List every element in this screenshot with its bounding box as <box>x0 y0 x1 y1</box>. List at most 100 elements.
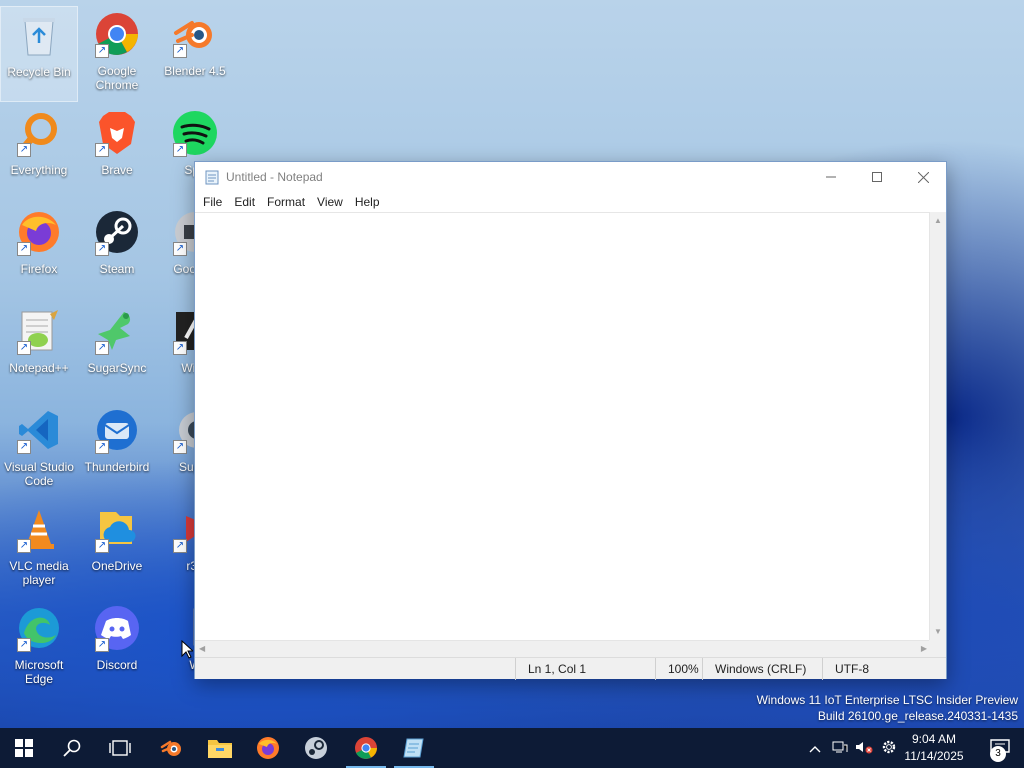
desktop-icon-notepad-plus-plus[interactable]: ↗ Notepad++ <box>0 303 78 399</box>
taskbar-steam[interactable] <box>292 728 340 768</box>
taskbar-file-explorer[interactable] <box>196 728 244 768</box>
sugarsync-icon: ↗ <box>93 307 141 355</box>
desktop-icon-label: Blender 4.5 <box>164 64 226 78</box>
maximize-button[interactable] <box>854 162 900 192</box>
desktop-icon-label: Google Chrome <box>95 64 139 92</box>
shortcut-arrow-icon: ↗ <box>173 44 187 58</box>
start-button[interactable] <box>0 728 48 768</box>
menu-file[interactable]: File <box>197 195 228 209</box>
task-view-icon <box>109 740 131 756</box>
taskbar-chrome[interactable] <box>342 728 390 768</box>
firefox-icon: ↗ <box>15 208 63 256</box>
spotify-icon: ↗ <box>171 109 219 157</box>
menu-bar: File Edit Format View Help <box>195 192 946 212</box>
maximize-icon <box>872 172 882 182</box>
desktop-icon-sugarsync[interactable]: ↗ SugarSync <box>78 303 156 399</box>
minimize-button[interactable] <box>808 162 854 192</box>
task-view-button[interactable] <box>96 728 144 768</box>
search-icon <box>63 739 81 757</box>
taskbar-blender[interactable] <box>148 728 196 768</box>
desktop-icon-vscode[interactable]: ↗ Visual Studio Code <box>0 402 78 498</box>
brave-icon: ↗ <box>93 109 141 157</box>
horizontal-scrollbar[interactable]: ◀ ▶ <box>195 640 931 657</box>
taskbar-clock[interactable]: 9:04 AM 11/14/2025 <box>896 731 972 765</box>
desktop-icon-discord[interactable]: ↗ Discord <box>78 600 156 696</box>
shortcut-arrow-icon: ↗ <box>17 638 31 652</box>
clock-time: 9:04 AM <box>911 732 957 746</box>
scroll-down-icon[interactable]: ▼ <box>934 627 942 636</box>
notepad-titlebar[interactable]: Untitled - Notepad <box>195 162 946 192</box>
network-icon[interactable] <box>828 740 852 757</box>
desktop-icon-label: SugarSync <box>87 361 147 375</box>
shortcut-arrow-icon: ↗ <box>17 341 31 355</box>
desktop-icon-blender[interactable]: ↗ Blender 4.5 <box>156 6 234 102</box>
shortcut-arrow-icon: ↗ <box>95 539 109 553</box>
desktop-icon-onedrive[interactable]: ↗ OneDrive <box>78 501 156 597</box>
desktop-icon-everything[interactable]: ↗ Everything <box>0 105 78 201</box>
shortcut-arrow-icon: ↗ <box>173 341 187 355</box>
steam-icon <box>305 737 327 759</box>
shortcut-arrow-icon: ↗ <box>95 143 109 157</box>
desktop-icon-edge[interactable]: ↗ Microsoft Edge <box>0 600 78 696</box>
vertical-scrollbar[interactable]: ▲ ▼ <box>929 212 946 640</box>
notepad-plus-plus-icon: ↗ <box>15 307 63 355</box>
shortcut-arrow-icon: ↗ <box>173 242 187 256</box>
shortcut-arrow-icon: ↗ <box>95 44 109 58</box>
shortcut-arrow-icon: ↗ <box>17 143 31 157</box>
menu-format[interactable]: Format <box>261 195 311 209</box>
show-hidden-icons-icon[interactable] <box>806 741 824 756</box>
notepad-icon <box>403 738 424 758</box>
notepad-window[interactable]: Untitled - Notepad File Edit Format View… <box>194 161 947 680</box>
notepad-icon <box>205 170 219 185</box>
vscode-icon: ↗ <box>15 406 63 454</box>
steam-icon: ↗ <box>93 208 141 256</box>
watermark-line1: Windows 11 IoT Enterprise LTSC Insider P… <box>756 693 1018 707</box>
status-line-ending: Windows (CRLF) <box>702 658 806 680</box>
shortcut-arrow-icon: ↗ <box>173 539 187 553</box>
desktop-icon-label: Everything <box>10 163 68 177</box>
status-bar: Ln 1, Col 1 100% Windows (CRLF) UTF-8 <box>195 657 946 680</box>
desktop-icon-label: Microsoft Edge <box>14 658 64 686</box>
desktop-icon-label: Brave <box>101 163 133 177</box>
desktop-icon-label: Steam <box>99 262 135 276</box>
desktop-icon-firefox[interactable]: ↗ Firefox <box>0 204 78 300</box>
close-icon <box>917 171 929 183</box>
desktop-icon-label: OneDrive <box>91 559 143 573</box>
scrollbar-corner <box>929 640 946 657</box>
everything-icon: ↗ <box>15 109 63 157</box>
scroll-up-icon[interactable]: ▲ <box>934 216 942 225</box>
desktop-icon-chrome[interactable]: ↗ Google Chrome <box>78 6 156 102</box>
shortcut-arrow-icon: ↗ <box>17 242 31 256</box>
desktop-icon-brave[interactable]: ↗ Brave <box>78 105 156 201</box>
scroll-right-icon[interactable]: ▶ <box>921 644 927 653</box>
desktop-icon-vlc[interactable]: ↗ VLC media player <box>0 501 78 597</box>
text-editor-area[interactable] <box>195 212 946 640</box>
discord-icon: ↗ <box>93 604 141 652</box>
desktop-icon-label: Firefox <box>20 262 58 276</box>
vlc-icon: ↗ <box>15 505 63 553</box>
system-tray <box>806 728 902 768</box>
close-button[interactable] <box>900 162 946 192</box>
volume-muted-icon[interactable] <box>852 740 876 757</box>
blender-icon <box>160 740 181 756</box>
start-icon <box>15 739 33 757</box>
clock-date: 11/14/2025 <box>904 749 964 763</box>
desktop-icon-thunderbird[interactable]: ↗ Thunderbird <box>78 402 156 498</box>
desktop-icon-label: VLC media player <box>9 559 69 587</box>
search-button[interactable] <box>48 728 96 768</box>
file-explorer-icon <box>208 740 232 758</box>
desktop-icon-label: Visual Studio Code <box>4 460 74 488</box>
desktop-icon-label: Notepad++ <box>9 361 69 375</box>
taskbar-notepad[interactable] <box>390 728 438 768</box>
taskbar-firefox[interactable] <box>244 728 292 768</box>
menu-edit[interactable]: Edit <box>228 195 261 209</box>
desktop-icon-label: Recycle Bin <box>7 65 71 79</box>
scroll-left-icon[interactable]: ◀ <box>199 644 205 653</box>
blender-icon: ↗ <box>171 10 219 58</box>
status-zoom: 100% <box>655 658 699 680</box>
menu-view[interactable]: View <box>311 195 349 209</box>
desktop-icon-recycle-bin[interactable]: Recycle Bin <box>0 6 78 102</box>
onedrive-icon: ↗ <box>93 505 141 553</box>
menu-help[interactable]: Help <box>349 195 386 209</box>
desktop-icon-steam[interactable]: ↗ Steam <box>78 204 156 300</box>
